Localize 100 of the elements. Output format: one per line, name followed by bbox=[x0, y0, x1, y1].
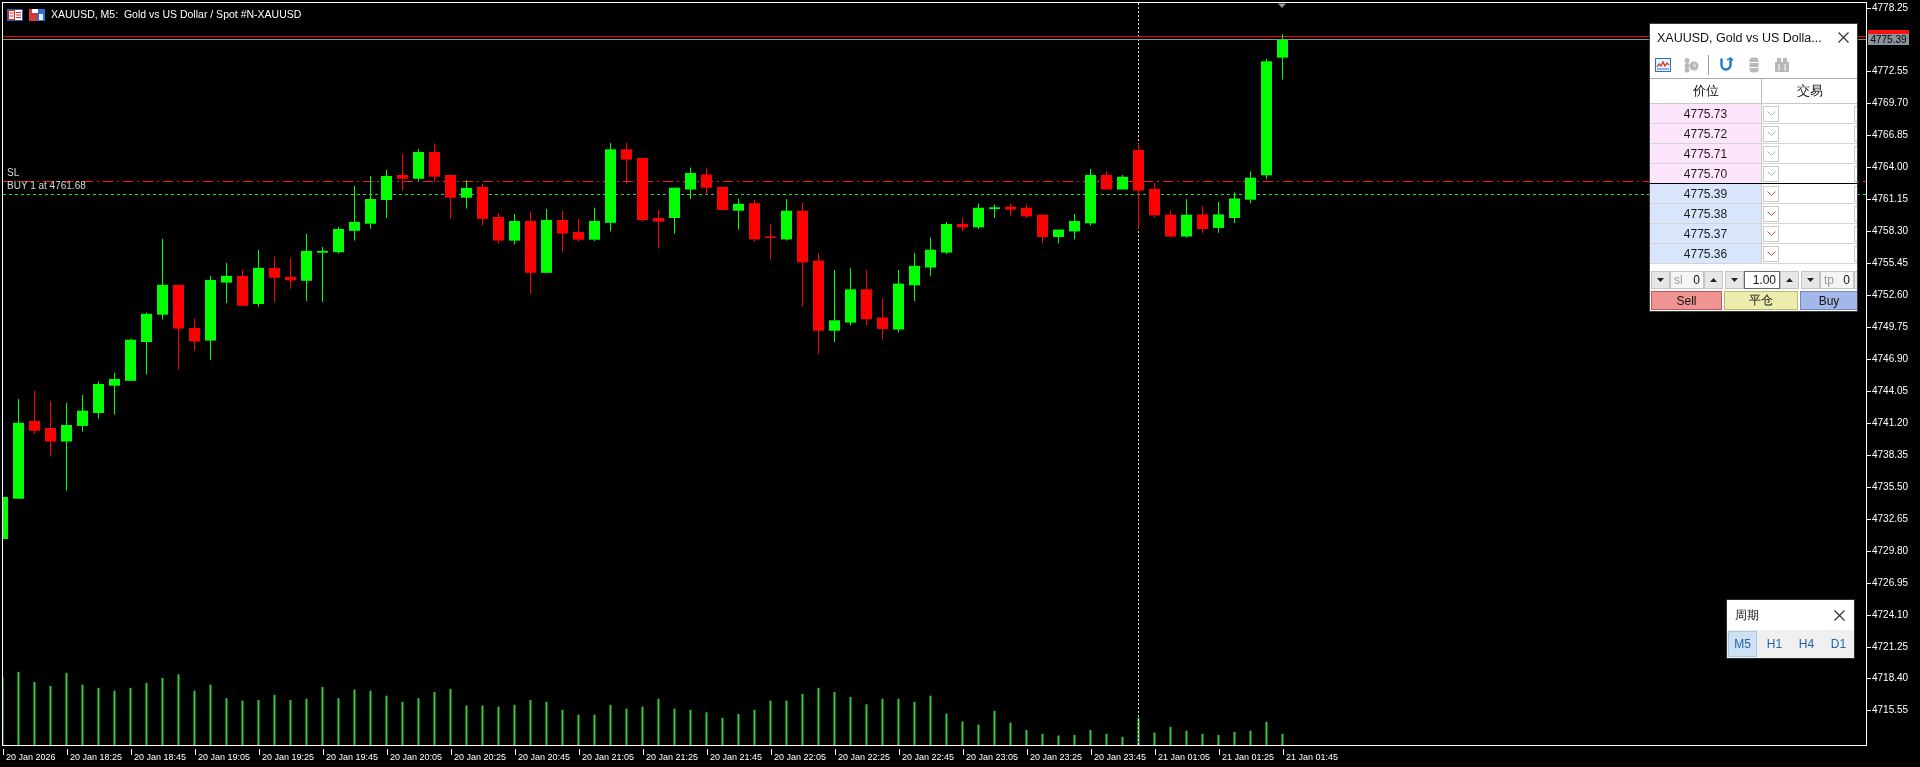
time-axis-label: 21 Jan 01:25 bbox=[1219, 749, 1275, 763]
decrease-button[interactable] bbox=[1801, 271, 1820, 289]
number-field[interactable]: tp 0 bbox=[1820, 271, 1854, 289]
input-field[interactable] bbox=[1854, 245, 1857, 262]
price-axis-label: 4721.25 bbox=[1867, 640, 1909, 653]
price-axis-label: 4738.35 bbox=[1867, 448, 1909, 461]
increase-button[interactable] bbox=[1704, 271, 1723, 289]
price-axis-label: 4718.40 bbox=[1867, 672, 1909, 685]
close-icon[interactable] bbox=[1834, 609, 1845, 621]
time-axis-label: 20 Jan 23:25 bbox=[1027, 749, 1083, 763]
input-field[interactable] bbox=[1854, 125, 1857, 142]
price-axis-label: 4766.85 bbox=[1867, 129, 1909, 142]
price-axis-label: 4746.90 bbox=[1867, 352, 1909, 365]
chevron-down-icon bbox=[1766, 171, 1776, 176]
period-button[interactable]: M5 bbox=[1728, 631, 1757, 657]
input-field[interactable] bbox=[1854, 225, 1857, 242]
table-icon bbox=[7, 8, 23, 21]
time-axis-label: 21 Jan 01:45 bbox=[1283, 749, 1339, 763]
dropdown-button[interactable] bbox=[1763, 205, 1779, 222]
number-field[interactable]: 1.00 bbox=[1744, 271, 1780, 289]
price-axis-label: 4778.25 bbox=[1867, 1, 1909, 14]
caret-up-icon bbox=[1786, 278, 1793, 282]
caret-down-icon bbox=[1731, 278, 1738, 282]
price-axis-label: 4764.00 bbox=[1867, 161, 1909, 174]
dropdown-button[interactable] bbox=[1763, 185, 1779, 202]
panel-title: XAUUSD, Gold vs US Dolla... bbox=[1657, 30, 1822, 45]
period-button[interactable]: H4 bbox=[1792, 631, 1821, 657]
chart-title: XAUUSD, M5: Gold vs US Dollar / Spot #N-XAUUSD bbox=[51, 8, 302, 21]
input-field[interactable] bbox=[1854, 185, 1857, 202]
increase-button[interactable] bbox=[1780, 271, 1799, 289]
price-cell: 4775.36 bbox=[1650, 244, 1762, 263]
magnet-icon[interactable] bbox=[1718, 56, 1734, 73]
chevron-down-icon bbox=[1766, 131, 1776, 136]
input-field[interactable] bbox=[1854, 145, 1857, 162]
chevron-down-icon bbox=[1766, 231, 1776, 236]
price-axis-label: 4755.45 bbox=[1867, 257, 1909, 270]
order-button[interactable]: 平仓 bbox=[1724, 291, 1798, 310]
column-header: 交易 bbox=[1795, 82, 1824, 100]
price-axis-label: 4741.20 bbox=[1867, 416, 1909, 429]
order-button[interactable]: Sell bbox=[1651, 291, 1722, 310]
time-axis-label: 20 Jan 19:25 bbox=[259, 749, 315, 763]
close-icon[interactable] bbox=[1838, 32, 1849, 43]
price-cell: 4775.72 bbox=[1650, 124, 1762, 143]
ask-price-marker bbox=[1868, 30, 1909, 34]
time-axis-label: 20 Jan 18:25 bbox=[67, 749, 123, 763]
price-cell: 4775.73 bbox=[1650, 104, 1762, 123]
time-axis-label: 20 Jan 19:45 bbox=[323, 749, 379, 763]
price-axis-label: 4726.95 bbox=[1867, 576, 1909, 589]
time-axis-label: 20 Jan 20:05 bbox=[387, 749, 443, 763]
chevron-down-icon bbox=[1766, 151, 1776, 156]
price-axis-label: 4758.30 bbox=[1867, 225, 1909, 238]
time-axis-label: 20 Jan 23:45 bbox=[1091, 749, 1147, 763]
price-axis-label: 4735.50 bbox=[1867, 480, 1909, 493]
price-axis-label: 4715.55 bbox=[1867, 704, 1909, 717]
chevron-down-icon bbox=[1766, 191, 1776, 196]
time-axis-label: 20 Jan 21:05 bbox=[579, 749, 635, 763]
caret-up-icon bbox=[1710, 278, 1717, 282]
input-field[interactable] bbox=[1854, 165, 1857, 182]
dropdown-button[interactable] bbox=[1763, 225, 1779, 242]
period-button[interactable]: H1 bbox=[1760, 631, 1789, 657]
dropdown-button[interactable] bbox=[1763, 245, 1779, 262]
time-axis-label: 20 Jan 23:05 bbox=[963, 749, 1019, 763]
dropdown-button[interactable] bbox=[1763, 105, 1779, 122]
input-field[interactable] bbox=[1854, 105, 1857, 122]
time-axis-label: 20 Jan 20:25 bbox=[451, 749, 507, 763]
time-axis-label: 20 Jan 19:05 bbox=[195, 749, 251, 763]
chevron-down-icon bbox=[1766, 111, 1776, 116]
price-axis-label: 4769.70 bbox=[1867, 97, 1909, 110]
dropdown-button[interactable] bbox=[1763, 125, 1779, 142]
decrease-button[interactable] bbox=[1725, 271, 1744, 289]
time-axis-label: 20 Jan 2026 bbox=[3, 749, 56, 763]
price-cell: 4775.38 bbox=[1650, 204, 1762, 223]
caret-down-icon bbox=[1807, 278, 1814, 282]
chevron-down-icon bbox=[1766, 251, 1776, 256]
dropdown-button[interactable] bbox=[1763, 165, 1779, 182]
line-label: SL bbox=[7, 166, 20, 179]
price-axis-label: 4749.75 bbox=[1867, 321, 1909, 333]
price-axis-label: 4729.80 bbox=[1867, 544, 1909, 557]
chevron-down-icon bbox=[1766, 211, 1776, 216]
dropdown-button[interactable] bbox=[1763, 145, 1779, 162]
panel-title: 周期 bbox=[1735, 606, 1759, 624]
period-button[interactable]: D1 bbox=[1824, 631, 1853, 657]
number-field[interactable]: sl 0 bbox=[1670, 271, 1704, 289]
decrease-button[interactable] bbox=[1651, 271, 1670, 289]
time-axis-label: 20 Jan 21:25 bbox=[643, 749, 699, 763]
time-axis-label: 20 Jan 18:45 bbox=[131, 749, 187, 763]
price-cell: 4775.37 bbox=[1650, 224, 1762, 243]
order-button[interactable]: Buy bbox=[1800, 291, 1857, 310]
column-header: 价位 bbox=[1650, 79, 1762, 103]
line-label: BUY 1 at 4761.68 bbox=[7, 179, 86, 192]
disk-icon bbox=[29, 8, 45, 21]
caret-down-icon bbox=[1657, 278, 1664, 282]
time-axis-label: 21 Jan 01:05 bbox=[1155, 749, 1211, 763]
price-axis-label: 4732.65 bbox=[1867, 512, 1909, 525]
input-field[interactable] bbox=[1854, 205, 1857, 222]
price-axis-label: 4724.10 bbox=[1867, 608, 1909, 621]
price-axis-label: 4752.60 bbox=[1867, 289, 1909, 302]
chart-window-icon[interactable] bbox=[1655, 56, 1671, 73]
triangle-marker-icon bbox=[1278, 3, 1286, 8]
price-axis-label: 4761.15 bbox=[1867, 193, 1909, 206]
